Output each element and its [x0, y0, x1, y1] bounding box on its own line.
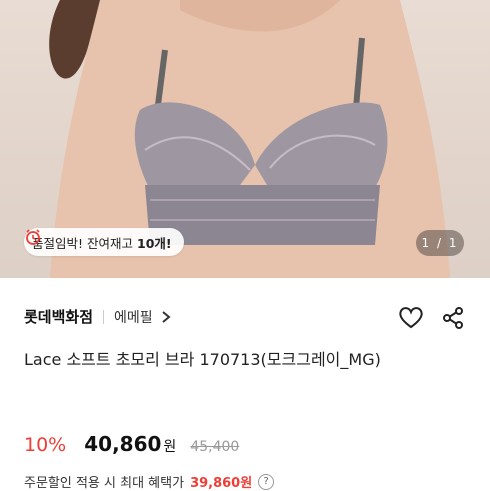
brand-name[interactable]: 에메필	[114, 307, 153, 327]
product-image[interactable]: 품절임박! 잔여재고 10개! 1 / 1	[0, 0, 490, 278]
chevron-right-icon[interactable]	[161, 310, 171, 324]
coupon-text: 주문할인 적용 시 최대 혜택가	[24, 476, 185, 491]
alarm-clock-icon	[26, 229, 40, 245]
sale-price: 40,860	[84, 432, 162, 456]
divider	[103, 309, 105, 324]
low-stock-badge: 품절임박! 잔여재고 10개!	[24, 228, 184, 256]
help-icon[interactable]: ?	[258, 473, 275, 490]
store-name[interactable]: 롯데백화점	[24, 306, 93, 327]
original-price: 45,400	[190, 439, 240, 455]
low-stock-text: 품절임박! 잔여재고	[32, 235, 133, 251]
store-brand-row[interactable]: 롯데백화점 에메필	[24, 306, 171, 327]
discount-rate: 10%	[24, 434, 67, 456]
price-row: 10% 40,860 원 45,400	[24, 432, 239, 456]
share-icon[interactable]	[441, 306, 465, 330]
low-stock-count: 10개!	[137, 235, 172, 251]
currency-label: 원	[163, 439, 177, 455]
heart-icon[interactable]	[398, 306, 424, 330]
product-title: Lace 소프트 초모리 브라 170713(모크그레이_MG)	[24, 350, 381, 369]
image-counter: 1 / 1	[416, 230, 464, 256]
best-price-info: 주문할인 적용 시 최대 혜택가 39,860원 ?	[24, 472, 275, 491]
best-price: 39,860원	[190, 476, 253, 491]
